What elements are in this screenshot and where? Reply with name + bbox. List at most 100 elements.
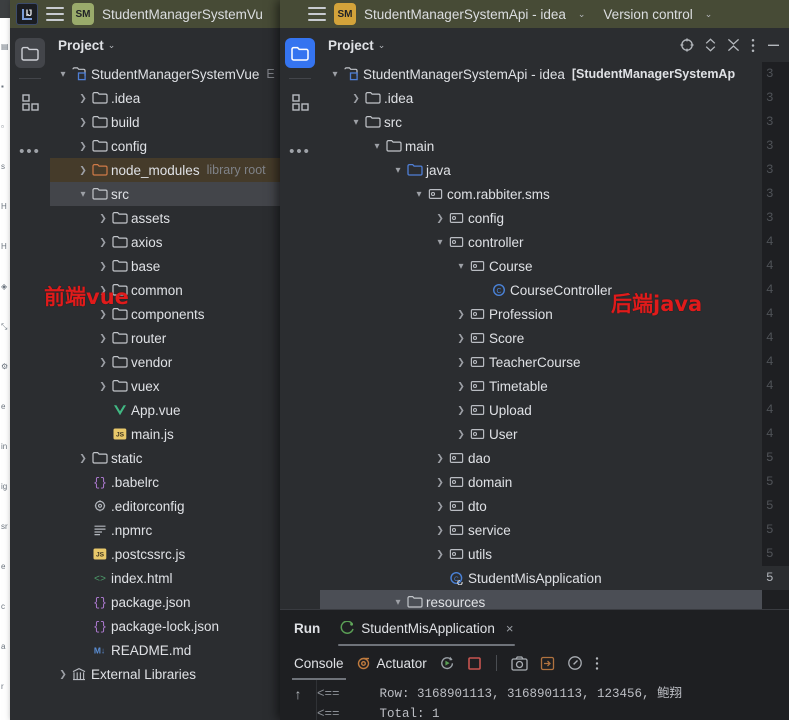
minimize-icon[interactable] — [766, 38, 781, 52]
vertical-ellipsis-icon[interactable] — [595, 656, 599, 671]
chevron-right-icon[interactable]: ❯ — [349, 93, 363, 104]
window-student-manager-system-api[interactable]: SM StudentManagerSystemApi - idea ⌄ Vers… — [280, 0, 789, 720]
chevron-right-icon[interactable]: ❯ — [76, 117, 90, 128]
chevron-down-icon[interactable]: ▾ — [370, 141, 384, 152]
tree-row-label: com.rabbiter.sms — [447, 186, 550, 202]
run-tab-studentmisapplication[interactable]: StudentMisApplication × — [338, 610, 516, 646]
sidebar-item-more[interactable]: ••• — [285, 137, 315, 167]
editor-line-number: 4 — [766, 283, 774, 297]
chevron-right-icon[interactable]: ❯ — [454, 429, 468, 440]
camera-icon[interactable] — [511, 655, 528, 671]
chevron-down-icon[interactable]: ⌄ — [108, 40, 116, 51]
close-icon[interactable]: × — [506, 621, 514, 636]
chevron-right-icon[interactable]: ❯ — [96, 309, 110, 320]
chevron-right-icon[interactable]: ❯ — [96, 285, 110, 296]
tree-row-main[interactable]: ▾ main — [320, 134, 789, 158]
chevron-down-icon[interactable]: ▾ — [76, 189, 90, 200]
chevron-down-icon[interactable]: ▾ — [391, 597, 405, 608]
chevron-right-icon[interactable]: ❯ — [76, 93, 90, 104]
tab-actuator[interactable]: Actuator — [356, 646, 427, 680]
console-scroll-to-top-button[interactable]: ↑ — [280, 680, 317, 720]
tree-row-studentmisapplication[interactable]: C StudentMisApplication — [320, 566, 789, 590]
gauge-icon[interactable] — [567, 655, 583, 671]
chevron-right-icon[interactable]: ❯ — [96, 357, 110, 368]
tree-row-dto[interactable]: ❯ dto — [320, 494, 789, 518]
burger-menu-icon[interactable] — [46, 6, 64, 22]
tree-row-config[interactable]: ❯ config — [320, 206, 789, 230]
rerun-icon[interactable] — [439, 655, 455, 671]
target-icon[interactable] — [680, 38, 694, 52]
sidebar-item-project[interactable] — [285, 38, 315, 68]
chevron-down-icon[interactable]: ▾ — [454, 261, 468, 272]
tree-row-domain[interactable]: ❯ domain — [320, 470, 789, 494]
tree-row-utils[interactable]: ❯ utils — [320, 542, 789, 566]
api-project-tree[interactable]: ▾ StudentManagerSystemApi - idea [StudentM… — [320, 62, 789, 637]
chevron-down-icon[interactable]: ⌄ — [578, 9, 586, 20]
chevron-right-icon[interactable]: ❯ — [454, 357, 468, 368]
folder-icon — [110, 307, 129, 321]
tree-row-label: resources — [426, 594, 486, 610]
chevron-right-icon[interactable]: ❯ — [454, 309, 468, 320]
tree-row-service[interactable]: ❯ service — [320, 518, 789, 542]
json-file-icon: {} — [90, 475, 109, 489]
sidebar-item-project[interactable] — [15, 38, 45, 68]
stop-square-icon[interactable] — [467, 656, 482, 671]
project-chip-icon[interactable]: SM — [72, 3, 94, 25]
sidebar-item-structure[interactable] — [15, 87, 45, 117]
chevron-right-icon[interactable]: ❯ — [96, 213, 110, 224]
tree-row-timetable[interactable]: ❯ Timetable — [320, 374, 789, 398]
tree-row-course[interactable]: ▾ Course — [320, 254, 789, 278]
tab-console[interactable]: Console — [292, 646, 346, 680]
chevron-down-icon[interactable]: ▾ — [433, 237, 447, 248]
burger-menu-icon[interactable] — [308, 6, 326, 22]
version-control-menu[interactable]: Version control — [603, 7, 692, 22]
tree-row-com-rabbiter-sms[interactable]: ▾ com.rabbiter.sms — [320, 182, 789, 206]
chevron-right-icon[interactable]: ❯ — [433, 525, 447, 536]
editor-line-number: 4 — [766, 403, 774, 417]
vertical-ellipsis-icon[interactable] — [751, 38, 755, 53]
chevron-right-icon[interactable]: ❯ — [433, 501, 447, 512]
tree-row-score[interactable]: ❯ Score — [320, 326, 789, 350]
chevron-right-icon[interactable]: ❯ — [56, 669, 70, 680]
tree-row-src[interactable]: ▾ src — [320, 110, 789, 134]
chevron-right-icon[interactable]: ❯ — [76, 165, 90, 176]
chevrons-updown-icon[interactable] — [705, 38, 716, 52]
chevron-right-icon[interactable]: ❯ — [433, 213, 447, 224]
chevron-right-icon[interactable]: ❯ — [454, 333, 468, 344]
window-student-manager-system-vue[interactable]: IJ SM StudentManagerSystemVu ••• Project… — [10, 0, 320, 720]
chevron-right-icon[interactable]: ❯ — [96, 261, 110, 272]
chevron-right-icon[interactable]: ❯ — [433, 549, 447, 560]
chevron-down-icon[interactable]: ▾ — [328, 69, 342, 80]
chevron-right-icon[interactable]: ❯ — [454, 405, 468, 416]
tree-row-controller[interactable]: ▾ controller — [320, 230, 789, 254]
chevron-down-icon[interactable]: ▾ — [56, 69, 70, 80]
tree-row-user[interactable]: ❯ User — [320, 422, 789, 446]
chevron-right-icon[interactable]: ❯ — [76, 453, 90, 464]
chevron-right-icon[interactable]: ❯ — [433, 453, 447, 464]
chevron-down-icon[interactable]: ⌄ — [705, 9, 713, 20]
tree-row-profession[interactable]: ❯ Profession — [320, 302, 789, 326]
collapse-all-icon[interactable] — [727, 38, 740, 52]
tree-row-teachercourse[interactable]: ❯ TeacherCourse — [320, 350, 789, 374]
tree-row-upload[interactable]: ❯ Upload — [320, 398, 789, 422]
console-output[interactable]: ↑ <== Row: 3168901113, 3168901113, 123456… — [280, 680, 789, 720]
chevron-right-icon[interactable]: ❯ — [454, 381, 468, 392]
tree-row-studentmanagersystemapi-idea[interactable]: ▾ StudentManagerSystemApi - idea [StudentM… — [320, 62, 789, 86]
chevron-down-icon[interactable]: ▾ — [391, 165, 405, 176]
tree-row-java[interactable]: ▾ java — [320, 158, 789, 182]
chevron-right-icon[interactable]: ❯ — [96, 333, 110, 344]
chevron-right-icon[interactable]: ❯ — [433, 477, 447, 488]
chevron-down-icon[interactable]: ▾ — [349, 117, 363, 128]
chevron-down-icon[interactable]: ⌄ — [378, 40, 386, 51]
tree-row-idea[interactable]: ❯ .idea — [320, 86, 789, 110]
sidebar-item-more[interactable]: ••• — [15, 137, 45, 167]
chevron-right-icon[interactable]: ❯ — [96, 237, 110, 248]
export-icon[interactable] — [540, 656, 555, 671]
tree-row-coursecontroller[interactable]: C CourseController — [320, 278, 789, 302]
chevron-down-icon[interactable]: ▾ — [412, 189, 426, 200]
chevron-right-icon[interactable]: ❯ — [96, 381, 110, 392]
project-chip-icon[interactable]: SM — [334, 3, 356, 25]
tree-row-dao[interactable]: ❯ dao — [320, 446, 789, 470]
sidebar-item-structure[interactable] — [285, 87, 315, 117]
chevron-right-icon[interactable]: ❯ — [76, 141, 90, 152]
